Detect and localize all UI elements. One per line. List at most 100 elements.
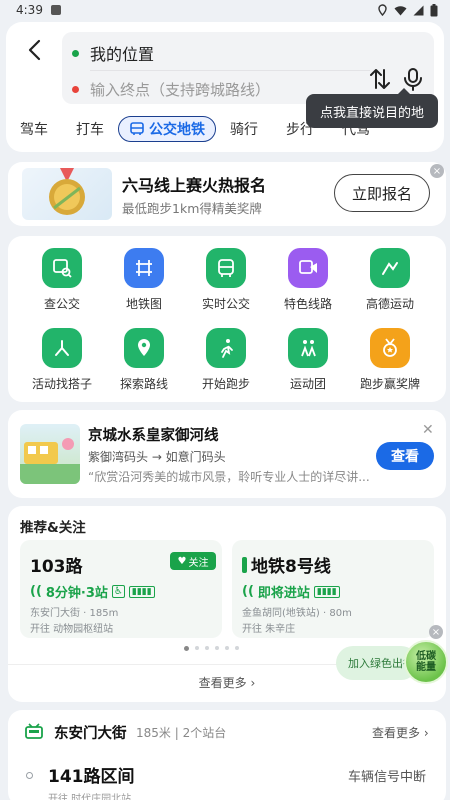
grid-label: 实时公交 — [201, 297, 250, 311]
grid-label: 查公交 — [43, 297, 80, 311]
wifi-icon — [394, 5, 407, 15]
carousel-pager — [184, 646, 239, 651]
green-widget-close-icon[interactable]: × — [429, 625, 443, 639]
chevron-right-icon: › — [423, 726, 429, 740]
grid-item-realtime-bus[interactable]: 实时公交 — [184, 248, 268, 316]
feature-grid: 查公交 地铁图 实时公交 特色线路 高德运动 活动找搭子 探索路线 开始跑步 运… — [8, 236, 446, 402]
tab-taxi[interactable]: 打车 — [62, 119, 118, 139]
line-status: (( 即将进站 ▮▮▮▮ — [242, 582, 340, 601]
recommend-title: 推荐&关注 — [20, 520, 86, 536]
group-run-icon — [288, 328, 328, 368]
grid-label: 活动找搭子 — [31, 377, 92, 391]
tab-drive[interactable]: 驾车 — [6, 119, 62, 139]
grid-item-special-route[interactable]: 特色线路 — [266, 248, 350, 316]
destination-field[interactable]: 输入终点（支持跨城路线） — [72, 76, 270, 102]
grid-item-bus-search[interactable]: 查公交 — [20, 248, 104, 316]
voice-tooltip[interactable]: 点我直接说目的地 — [306, 88, 438, 128]
bus-line-name: 141路区间 — [48, 767, 135, 787]
follow-badge[interactable]: ♥ 关注 — [170, 552, 216, 570]
pager-dot — [215, 646, 219, 650]
start-location-field[interactable]: 我的位置 — [72, 40, 154, 66]
grid-item-explore-route[interactable]: 探索路线 — [102, 328, 186, 396]
realtime-bus-icon — [206, 248, 246, 288]
status-time: 4:39 — [16, 3, 43, 17]
swap-button[interactable] — [367, 66, 393, 92]
low-carbon-energy-ball[interactable]: 低碳 能量 — [404, 640, 448, 684]
start-location-label: 我的位置 — [90, 45, 155, 64]
medal-icon — [370, 328, 410, 368]
tab-transit[interactable]: 公交地铁 — [118, 116, 216, 142]
end-dot-icon — [72, 85, 79, 93]
line-stop: 金鱼胡同(地铁站) · 80m — [242, 608, 352, 619]
crowd-level-icon: ▮▮▮▮ — [313, 585, 340, 598]
back-arrow-icon — [28, 39, 41, 61]
realtime-signal-icon: (( — [242, 584, 254, 599]
grid-item-sport[interactable]: 高德运动 — [348, 248, 432, 316]
line-name: 103路 — [30, 557, 83, 577]
station-name: 东安门大街 — [54, 726, 127, 742]
pager-dot — [184, 646, 189, 651]
grid-item-buddy[interactable]: 活动找搭子 — [20, 328, 104, 396]
pager-dot — [205, 646, 209, 650]
ad-description: “欣赏沿河秀美的城市风景，聆听专业人士的详尽讲... — [88, 470, 370, 484]
grid-item-medal[interactable]: 跑步赢奖牌 — [348, 328, 432, 396]
grid-label: 高德运动 — [365, 297, 414, 311]
tab-bike[interactable]: 骑行 — [216, 119, 272, 139]
promo-title: 六马线上赛火热报名 — [122, 176, 267, 195]
swap-icon — [370, 69, 390, 89]
status-bar: 4:39 — [0, 0, 450, 20]
accessible-icon: ♿ — [111, 585, 125, 598]
back-button[interactable] — [20, 36, 48, 64]
line-status: (( 8分钟·3站 ♿ ▮▮▮▮ — [30, 582, 155, 601]
route-planner-card: 我的位置 输入终点（支持跨城路线） 驾车 打车 公交地铁 骑行 步行 代驾 — [6, 22, 444, 152]
ad-route: 紫御湾码头 → 如意门码头 — [88, 450, 226, 464]
bus-line-dot-icon — [26, 772, 33, 779]
run-icon — [206, 328, 246, 368]
location-icon — [378, 4, 387, 16]
medal-image — [22, 168, 112, 220]
station-meta: 185米 | 2个站台 — [136, 726, 227, 740]
tab-transit-label: 公交地铁 — [149, 122, 205, 138]
grid-item-subway-map[interactable]: 地铁图 — [102, 248, 186, 316]
explore-route-icon — [124, 328, 164, 368]
realtime-signal-icon: (( — [30, 584, 42, 599]
line-direction: 开往 动物园枢纽站 — [30, 624, 114, 635]
subway-map-icon — [124, 248, 164, 288]
line-direction: 开往 朱辛庄 — [242, 624, 296, 635]
promo-close-icon[interactable]: × — [430, 164, 444, 178]
line-stop: 东安门大街 · 185m — [30, 608, 119, 619]
bus-icon — [130, 122, 144, 135]
signup-button[interactable]: 立即报名 — [334, 174, 430, 212]
ad-card[interactable]: 京城水系皇家御河线 紫御湾码头 → 如意门码头 “欣赏沿河秀美的城市风景，聆听专… — [8, 410, 446, 498]
boat-tour-image — [20, 424, 80, 484]
inputs-divider — [90, 70, 370, 71]
crowd-level-icon: ▮▮▮▮ — [128, 585, 155, 598]
ad-close-icon[interactable]: ✕ — [422, 422, 434, 438]
bus-direction: 开往 时代庄园北站 — [48, 794, 132, 800]
subway-line-card[interactable]: 地铁8号线 (( 即将进站 ▮▮▮▮ 金鱼胡同(地铁站) · 80m 开往 朱辛… — [232, 540, 434, 638]
notification-icon — [50, 5, 61, 15]
grid-item-start-run[interactable]: 开始跑步 — [184, 328, 268, 396]
grid-item-group-run[interactable]: 运动团 — [266, 328, 350, 396]
sport-icon — [370, 248, 410, 288]
view-button[interactable]: 查看 — [376, 442, 434, 470]
grid-label: 跑步赢奖牌 — [359, 377, 420, 391]
bus-line-card[interactable]: 103路 ♥ 关注 (( 8分钟·3站 ♿ ▮▮▮▮ 东安门大街 · 185m 开… — [20, 540, 222, 638]
subway-line-color-icon — [242, 556, 247, 573]
nearby-station-card[interactable]: 东安门大街 185米 | 2个站台 查看更多 › 141路区间 车辆信号中断 开… — [8, 710, 446, 800]
station-see-more[interactable]: 查看更多 › — [372, 724, 429, 741]
grid-label: 开始跑步 — [201, 377, 250, 391]
grid-label: 探索路线 — [119, 377, 168, 391]
pager-dot — [195, 646, 199, 650]
grid-label: 运动团 — [289, 377, 326, 391]
bus-stop-icon — [25, 723, 43, 739]
promo-banner[interactable]: 六马线上赛火热报名 最低跑步1km得精美奖牌 立即报名 × — [8, 162, 446, 226]
promo-subtitle: 最低跑步1km得精美奖牌 — [122, 201, 262, 216]
signal-icon — [413, 5, 424, 15]
battery-icon — [430, 3, 438, 16]
heart-icon: ♥ — [177, 555, 187, 567]
bus-search-icon — [42, 248, 82, 288]
pager-dot — [235, 646, 239, 650]
destination-placeholder: 输入终点（支持跨城路线） — [90, 80, 271, 99]
buddy-icon — [42, 328, 82, 368]
